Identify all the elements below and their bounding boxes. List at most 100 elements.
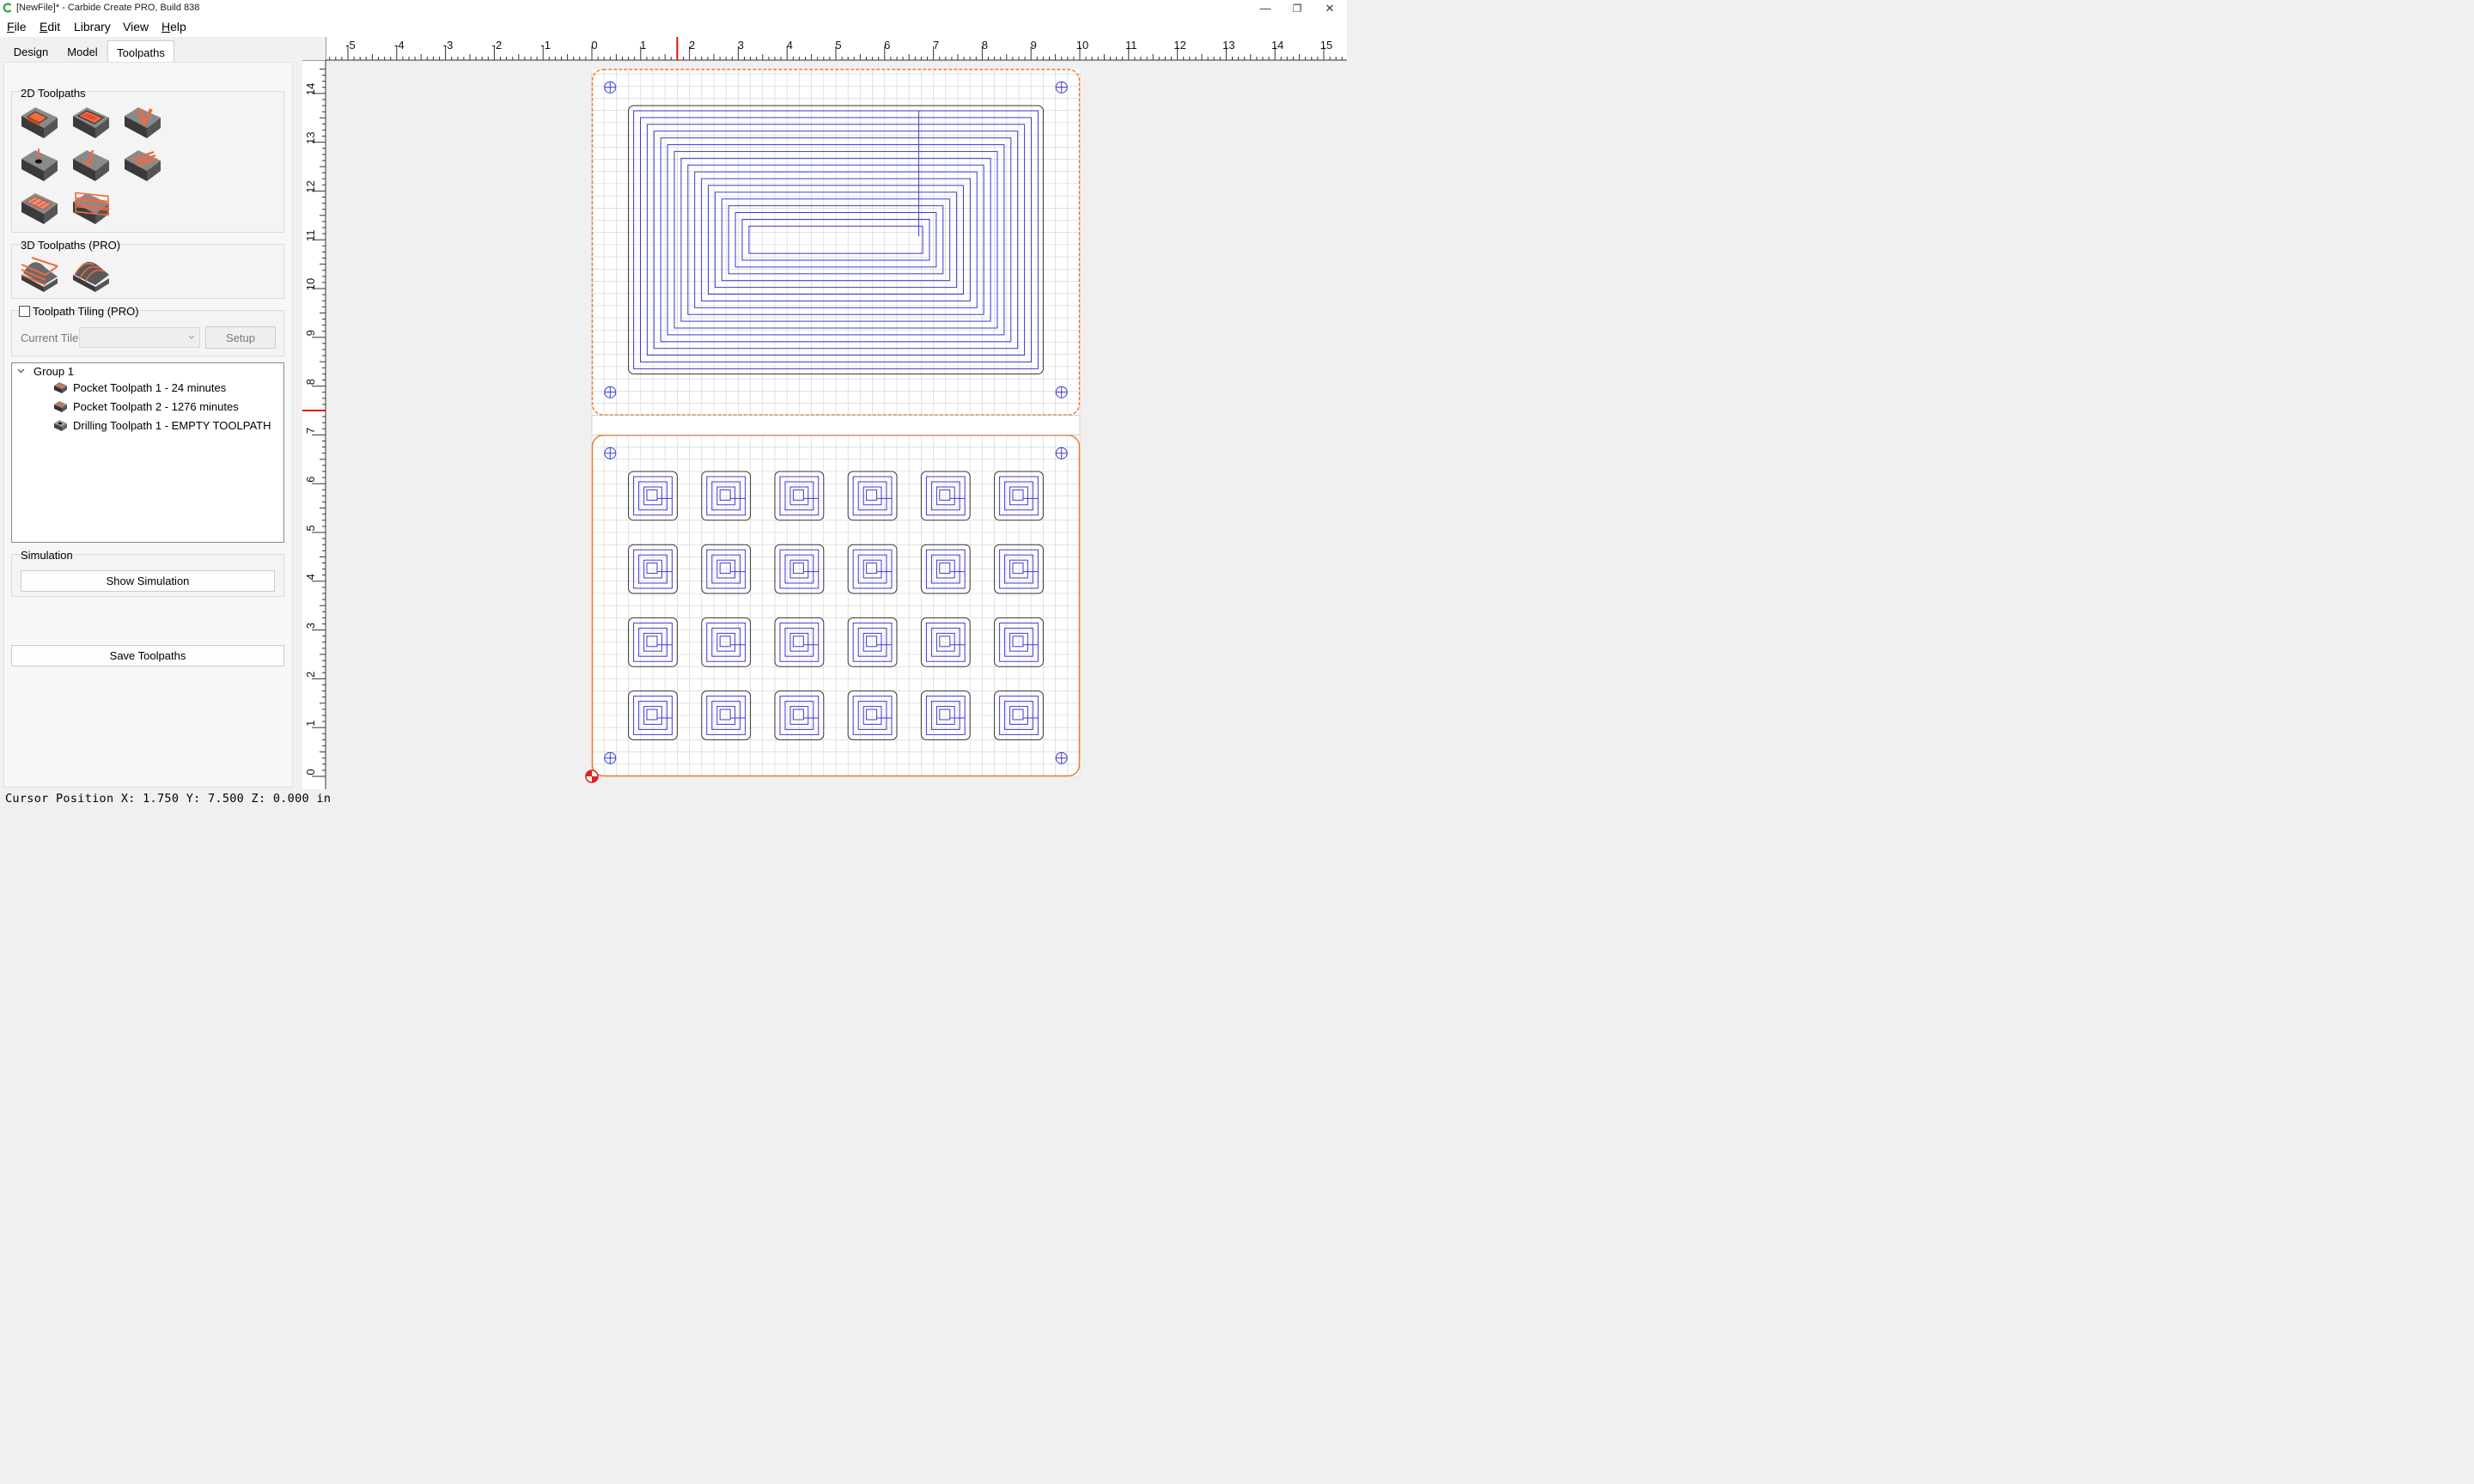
tree-item[interactable]: Pocket Toolpath 1 - 24 minutes [53, 381, 277, 397]
ruler-y-tick-label: 7 [304, 428, 317, 434]
hole-marker-icon[interactable] [1055, 751, 1068, 764]
ruler-y-tick-label: 12 [304, 180, 317, 192]
tree-item-label: Pocket Toolpath 2 - 1276 minutes [73, 400, 239, 413]
menu-view[interactable]: View [123, 20, 149, 33]
menu-bar: File Edit Library View Help [0, 16, 1347, 37]
ruler-x-tick-label: 0 [591, 39, 597, 52]
tiling-label: Toolpath Tiling (PRO) [33, 305, 139, 318]
pocket-toolpath-icon[interactable] [71, 104, 111, 142]
pocket-toolpath-icon [54, 401, 67, 412]
ruler-x-tick-label: -5 [345, 39, 356, 52]
ruler-x-tick-label: 12 [1173, 39, 1185, 52]
3d-rough-toolpath-icon[interactable] [20, 256, 59, 294]
show-simulation-button[interactable]: Show Simulation [21, 570, 275, 592]
ruler-y-tick-label: 4 [304, 574, 317, 580]
ruler-y-tick-label: 2 [304, 672, 317, 678]
bottom-stock[interactable] [591, 435, 1081, 777]
window-title: [NewFile]* - Carbide Create PRO, Build 8… [16, 3, 200, 13]
ruler-x-tick-label: 3 [738, 39, 744, 52]
stock-gap [591, 415, 1081, 435]
tiling-checkbox[interactable] [19, 306, 30, 317]
save-toolpaths-button[interactable]: Save Toolpaths [11, 645, 284, 666]
ruler-y-tick-label: 6 [304, 477, 317, 483]
tab-model[interactable]: Model [58, 42, 107, 61]
toolpaths-2d-title: 2D Toolpaths [21, 87, 86, 100]
ruler-x-tick-label: 13 [1222, 39, 1234, 52]
ruler-x-tick-label: 1 [640, 39, 646, 52]
ruler-x-tick-label: 15 [1320, 39, 1332, 52]
current-tile-label: Current Tile [21, 331, 79, 344]
ruler-x-tick-label: 7 [933, 39, 939, 52]
ruler-y-tick-label: 10 [304, 278, 317, 290]
horizontal-ruler[interactable] [302, 37, 1347, 60]
vcarve-toolpath-icon[interactable] [123, 104, 162, 142]
setup-button[interactable]: Setup [205, 326, 276, 349]
toolpath-tree[interactable]: Group 1 Pocket Toolpath 1 - 24 minutes P… [11, 362, 284, 543]
ruler-y-tick-label: 14 [304, 83, 317, 95]
hole-marker-icon[interactable] [1055, 386, 1068, 398]
ruler-y-tick-label: 5 [304, 525, 317, 531]
tree-group-label[interactable]: Group 1 [34, 365, 74, 378]
ruler-x-tick-label: 9 [1031, 39, 1037, 52]
ruler-x-tick-label: 5 [835, 39, 841, 52]
top-stock[interactable] [591, 69, 1081, 416]
ruler-x-tick-label: -3 [443, 39, 454, 52]
ruler-corner [302, 37, 326, 60]
menu-help[interactable]: Help [161, 20, 186, 33]
status-bar: Cursor Position X: 1.750 Y: 7.500 Z: 0.0… [0, 789, 1347, 808]
pocket-toolpath-icon [54, 382, 67, 393]
tree-item-label: Drilling Toolpath 1 - EMPTY TOOLPATH [73, 419, 271, 432]
hole-marker-icon[interactable] [1055, 447, 1068, 459]
contour-toolpath-icon[interactable] [20, 104, 59, 142]
menu-library[interactable]: Library [74, 20, 111, 33]
advanced-vcarve-icon[interactable] [20, 190, 59, 228]
ruler-x-tick-label: 2 [689, 39, 695, 52]
tree-item[interactable]: Drilling Toolpath 1 - EMPTY TOOLPATH [53, 419, 277, 435]
current-tile-dropdown[interactable] [79, 327, 200, 348]
restore-button[interactable]: ❐ [1281, 0, 1313, 16]
ruler-y-tick-label: 9 [304, 330, 317, 336]
chevron-down-icon [188, 335, 195, 339]
ruler-y-tick-label: 0 [304, 769, 317, 775]
drilling-toolpath-icon[interactable] [20, 147, 59, 185]
ruler-x-tick-label: 11 [1125, 39, 1137, 52]
ruler-x-tick-label: 10 [1076, 39, 1088, 52]
hole-marker-icon[interactable] [1055, 81, 1068, 94]
minimize-button[interactable]: — [1249, 0, 1282, 16]
canvas-svg[interactable]: -5 -4 -3 -2 -1 0 1 2 3 4 5 6 7 8 9 10 11 12 13 14 1501234567… [302, 37, 1347, 789]
ruler-x-tick-label: 8 [982, 39, 988, 52]
hole-marker-icon[interactable] [604, 751, 617, 764]
title-bar: [NewFile]* - Carbide Create PRO, Build 8… [0, 0, 1347, 16]
rough-pocket-icon[interactable] [71, 190, 111, 228]
ruler-x-tick-label: 14 [1271, 39, 1283, 52]
ruler-y-tick-label: 11 [304, 229, 317, 241]
hole-marker-icon[interactable] [604, 386, 617, 398]
toolpaths-3d-title: 3D Toolpaths (PRO) [21, 239, 121, 252]
hole-marker-icon[interactable] [604, 447, 617, 459]
tree-item[interactable]: Pocket Toolpath 2 - 1276 minutes [53, 400, 277, 416]
ruler-y-tick-label: 13 [304, 131, 317, 143]
menu-file[interactable]: File [7, 20, 27, 33]
ruler-x-tick-label: -1 [540, 39, 551, 52]
drilling-toolpath-icon [54, 420, 67, 431]
simulation-title: Simulation [21, 549, 73, 562]
texture-toolpath-icon[interactable] [123, 147, 162, 185]
menu-edit[interactable]: Edit [40, 20, 60, 33]
3d-finish-toolpath-icon[interactable] [71, 256, 111, 294]
carbide-create-app-icon [3, 3, 12, 13]
ball-drill-toolpath-icon[interactable] [71, 147, 111, 185]
tab-design[interactable]: Design [7, 42, 55, 61]
ruler-y-tick-label: 3 [304, 623, 317, 629]
ruler-x-tick-label: 4 [787, 39, 793, 52]
tree-item-label: Pocket Toolpath 1 - 24 minutes [73, 381, 227, 394]
ruler-y-tick-label: 8 [304, 379, 317, 385]
ruler-x-tick-label: -2 [492, 39, 503, 52]
ruler-x-tick-label: -4 [394, 39, 405, 52]
close-button[interactable]: ✕ [1313, 0, 1346, 16]
tab-toolpaths[interactable]: Toolpaths [107, 40, 174, 64]
design-canvas[interactable]: -5 -4 -3 -2 -1 0 1 2 3 4 5 6 7 8 9 10 11 12 13 14 15 0 1 2 3 4 5 6 7… [302, 37, 1347, 789]
ruler-x-tick-label: 6 [884, 39, 890, 52]
hole-marker-icon[interactable] [604, 81, 617, 94]
chevron-down-icon[interactable] [17, 368, 25, 374]
ruler-y-tick-label: 1 [304, 721, 317, 727]
